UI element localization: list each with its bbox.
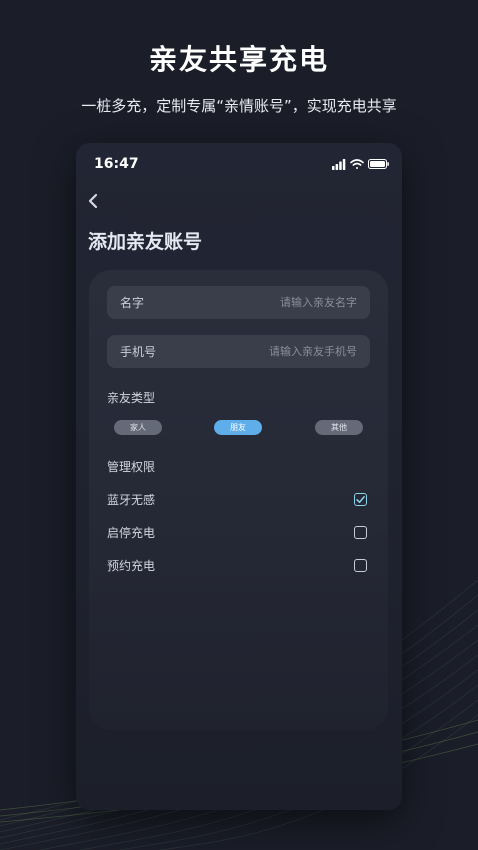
status-time: 16:47 [94,156,139,172]
phone-mockup: 16:47 添加亲友账号 名字 手机号 [76,143,402,810]
permission-bluetooth-label: 蓝牙无感 [107,493,156,507]
permission-start-stop-label: 启停充电 [107,526,156,540]
permissions-title: 管理权限 [107,460,156,474]
relation-chip-other[interactable]: 其他 [315,420,363,435]
promo-subline: 一桩多充，定制专属“亲情账号”，实现充电共享 [81,97,397,115]
phone-field: 手机号 [107,335,370,368]
page-title: 添加亲友账号 [88,231,203,253]
permission-bluetooth-checkbox[interactable] [354,493,367,506]
form-card: 名字 手机号 亲友类型 家人 朋友 其他 管理权限 蓝牙无感 启停充电 预约充电 [89,270,388,730]
phone-field-label: 手机号 [120,345,157,359]
permission-start-stop-checkbox[interactable] [354,526,367,539]
permission-schedule-checkbox[interactable] [354,559,367,572]
relation-chip-friend[interactable]: 朋友 [214,420,262,435]
name-field: 名字 [107,286,370,319]
chevron-left-icon [88,193,98,209]
wifi-icon [350,159,364,169]
back-button[interactable] [82,189,106,213]
name-input[interactable] [207,292,357,312]
phone-input[interactable] [207,341,357,361]
permission-schedule-label: 预约充电 [107,559,156,573]
checkmark-icon [356,496,365,503]
relation-type-title: 亲友类型 [107,391,156,405]
battery-icon [368,159,389,169]
name-field-label: 名字 [120,296,145,310]
signal-icon [332,159,346,170]
relation-chip-family[interactable]: 家人 [114,420,162,435]
promo-headline: 亲友共享充电 [148,43,329,76]
status-icons [332,159,389,170]
